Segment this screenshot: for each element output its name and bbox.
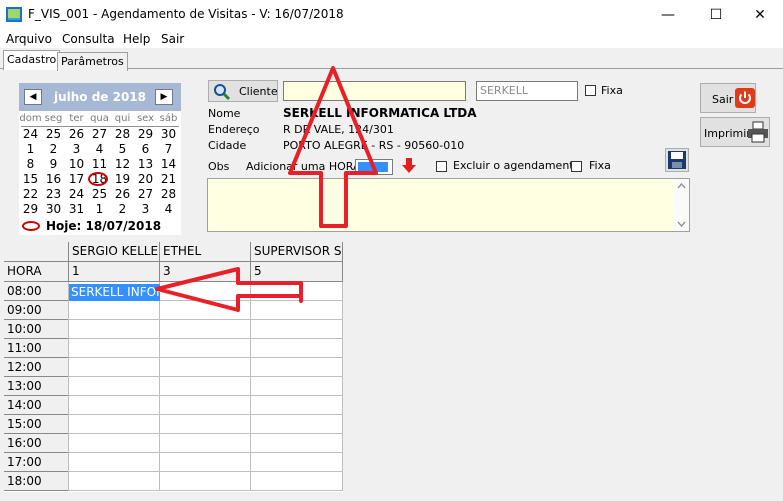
- grid-line: [69, 338, 343, 339]
- grid-line: [69, 319, 343, 320]
- grid-line: [68, 282, 69, 491]
- grid-line: [69, 414, 343, 415]
- hour-row-header: 08:00: [4, 282, 69, 301]
- grid-line: [69, 357, 343, 358]
- hour-row-header: 10:00: [4, 320, 69, 339]
- grid-line: [69, 452, 343, 453]
- hour-row-header: 15:00: [4, 415, 69, 434]
- hour-row-header: 18:00: [4, 472, 69, 491]
- grid-body: 08:00 09:00 10:00 11:00 12:00 13:00 14:00 15:00…: [0, 0, 783, 501]
- hour-row-header: 14:00: [4, 396, 69, 415]
- grid-line: [69, 471, 343, 472]
- grid-line: [159, 282, 160, 491]
- hour-row-header: 09:00: [4, 301, 69, 320]
- appointment-cell[interactable]: SERKELL INFORMATICA: [69, 284, 160, 301]
- grid-line: [69, 433, 343, 434]
- hour-row-header: 12:00: [4, 358, 69, 377]
- hour-row-header: 11:00: [4, 339, 69, 358]
- hour-row-header: 13:00: [4, 377, 69, 396]
- grid-line: [342, 282, 343, 491]
- grid-line: [250, 282, 251, 491]
- grid-line: [69, 376, 343, 377]
- hour-row-header: 17:00: [4, 453, 69, 472]
- hour-row-header: 16:00: [4, 434, 69, 453]
- grid-line: [69, 395, 343, 396]
- grid-line: [69, 490, 343, 491]
